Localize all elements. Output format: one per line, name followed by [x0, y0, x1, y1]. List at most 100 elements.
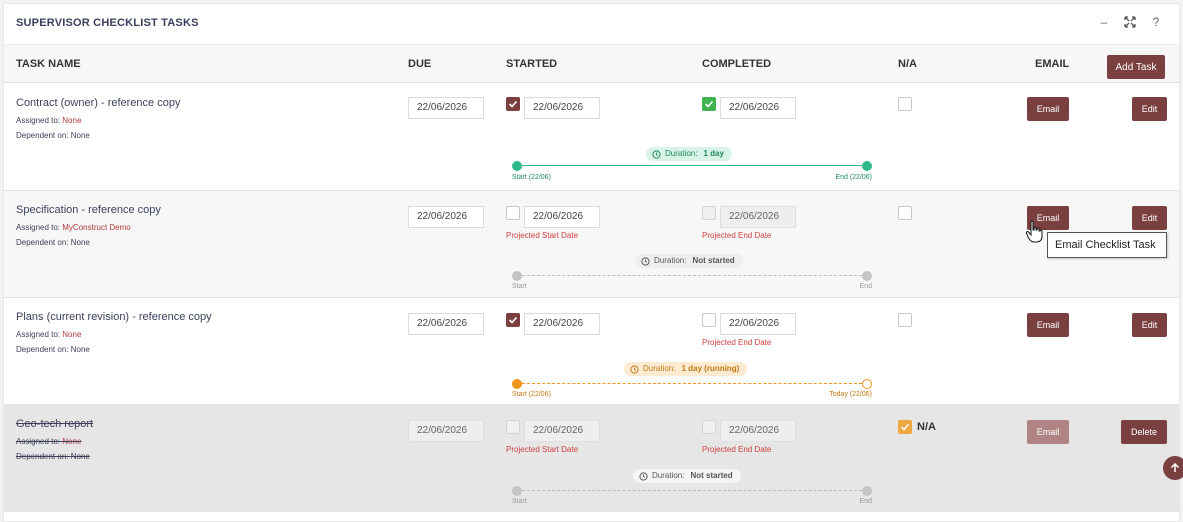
next-row-stub: [4, 514, 1179, 521]
scroll-to-top-button[interactable]: [1163, 456, 1183, 480]
task-assigned: Assigned to: None: [16, 437, 82, 446]
due-date-field[interactable]: 22/06/2026: [408, 313, 484, 335]
task-row: Geo-tech report Assigned to: None Depend…: [4, 405, 1179, 512]
task-dependent: Dependent on: None: [16, 452, 90, 461]
due-date-field[interactable]: 22/06/2026: [408, 206, 484, 228]
clock-icon: [652, 149, 661, 159]
email-button[interactable]: Email: [1027, 97, 1069, 121]
check-icon: [508, 316, 518, 324]
duration-badge: Duration: Not started: [635, 254, 743, 268]
na-label: N/A: [917, 421, 936, 433]
task-dependent: Dependent on: None: [16, 131, 90, 140]
completed-checkbox[interactable]: [702, 313, 716, 327]
timeline-end-dot: [862, 486, 872, 496]
projected-end-label: Projected End Date: [702, 338, 772, 347]
check-icon: [900, 423, 910, 431]
timeline-start-dot: [512, 379, 522, 389]
timeline-end-label: End: [859, 283, 872, 290]
timeline-today-dot: [862, 379, 872, 389]
projected-end-label: Projected End Date: [702, 445, 772, 454]
started-date-field[interactable]: 22/06/2026: [524, 313, 600, 335]
arrow-up-icon: [1170, 463, 1180, 472]
panel-header: SUPERVISOR CHECKLIST TASKS – ?: [4, 4, 1179, 44]
started-checkbox[interactable]: [506, 206, 520, 220]
started-checkbox[interactable]: [506, 313, 520, 327]
task-name: Contract (owner) - reference copy: [16, 97, 181, 109]
add-task-button[interactable]: Add Task: [1107, 55, 1165, 79]
started-date-field[interactable]: 22/06/2026: [524, 206, 600, 228]
timeline-start-dot: [512, 161, 522, 171]
timeline-today-label: Today (22/06): [829, 391, 872, 398]
completed-date-field[interactable]: 22/06/2026: [720, 206, 796, 228]
minimize-icon[interactable]: –: [1097, 15, 1111, 29]
duration-badge: Duration: 1 day (running): [624, 362, 748, 376]
panel-title: SUPERVISOR CHECKLIST TASKS: [16, 17, 199, 29]
timeline-start-label: Start (22/06): [512, 391, 551, 398]
timeline-start-label: Start (22/06): [512, 174, 551, 181]
completed-checkbox[interactable]: [702, 206, 716, 220]
duration-timeline: [512, 379, 872, 389]
duration-timeline: [512, 486, 872, 496]
due-date-field[interactable]: 22/06/2026: [408, 420, 484, 442]
col-completed: COMPLETED: [702, 58, 772, 70]
projected-start-label: Projected Start Date: [506, 231, 579, 240]
started-date-field[interactable]: 22/06/2026: [524, 420, 600, 442]
task-assigned: Assigned to: MyConstruct Demo: [16, 223, 131, 232]
na-checkbox[interactable]: [898, 97, 912, 111]
edit-button[interactable]: Edit: [1132, 97, 1167, 121]
timeline-start-dot: [512, 486, 522, 496]
timeline-start-label: Start: [512, 283, 527, 290]
col-started: STARTED: [506, 58, 558, 70]
column-header-row: TASK NAME DUE STARTED COMPLETED N/A EMAI…: [4, 44, 1179, 83]
email-tooltip: Email Checklist Task: [1047, 232, 1167, 258]
email-button[interactable]: Email: [1027, 420, 1069, 444]
na-checkbox[interactable]: [898, 206, 912, 220]
col-due: DUE: [408, 58, 432, 70]
expand-icon[interactable]: [1123, 15, 1137, 29]
duration-timeline: [512, 161, 872, 171]
completed-date-field[interactable]: 22/06/2026: [720, 97, 796, 119]
email-button[interactable]: Email: [1027, 313, 1069, 337]
task-assigned: Assigned to: None: [16, 330, 82, 339]
na-checkbox[interactable]: [898, 420, 912, 434]
timeline-end-dot: [862, 271, 872, 281]
due-date-field[interactable]: 22/06/2026: [408, 97, 484, 119]
started-date-field[interactable]: 22/06/2026: [524, 97, 600, 119]
task-name: Plans (current revision) - reference cop…: [16, 311, 212, 323]
check-icon: [508, 100, 518, 108]
completed-date-field[interactable]: 22/06/2026: [720, 420, 796, 442]
col-task-name: TASK NAME: [16, 58, 81, 70]
completed-checkbox[interactable]: [702, 97, 716, 111]
delete-button[interactable]: Delete: [1121, 420, 1167, 444]
edit-button[interactable]: Edit: [1132, 206, 1167, 230]
timeline-end-label: End (22/06): [835, 174, 872, 181]
task-dependent: Dependent on: None: [16, 345, 90, 354]
edit-button[interactable]: Edit: [1132, 313, 1167, 337]
timeline-start-label: Start: [512, 498, 527, 505]
hand-cursor-icon: [1025, 220, 1043, 243]
na-checkbox[interactable]: [898, 313, 912, 327]
started-checkbox[interactable]: [506, 420, 520, 434]
projected-end-label: Projected End Date: [702, 231, 772, 240]
timeline-start-dot: [512, 271, 522, 281]
task-assigned: Assigned to: None: [16, 116, 82, 125]
duration-badge: Duration: Not started: [633, 469, 741, 483]
timeline-end-label: End: [859, 498, 872, 505]
col-na: N/A: [898, 58, 917, 70]
help-icon[interactable]: ?: [1149, 15, 1163, 29]
checklist-panel: SUPERVISOR CHECKLIST TASKS – ? TASK NAME…: [3, 3, 1180, 522]
check-icon: [704, 100, 714, 108]
projected-start-label: Projected Start Date: [506, 445, 579, 454]
started-checkbox[interactable]: [506, 97, 520, 111]
task-row: Plans (current revision) - reference cop…: [4, 298, 1179, 405]
clock-icon: [639, 471, 648, 481]
clock-icon: [641, 256, 650, 266]
task-row: Specification - reference copy Assigned …: [4, 191, 1179, 298]
task-name: Geo-tech report: [16, 418, 94, 430]
completed-checkbox[interactable]: [702, 420, 716, 434]
duration-timeline: [512, 271, 872, 281]
completed-date-field[interactable]: 22/06/2026: [720, 313, 796, 335]
task-dependent: Dependent on: None: [16, 238, 90, 247]
duration-badge: Duration: 1 day: [646, 147, 732, 161]
timeline-end-dot: [862, 161, 872, 171]
